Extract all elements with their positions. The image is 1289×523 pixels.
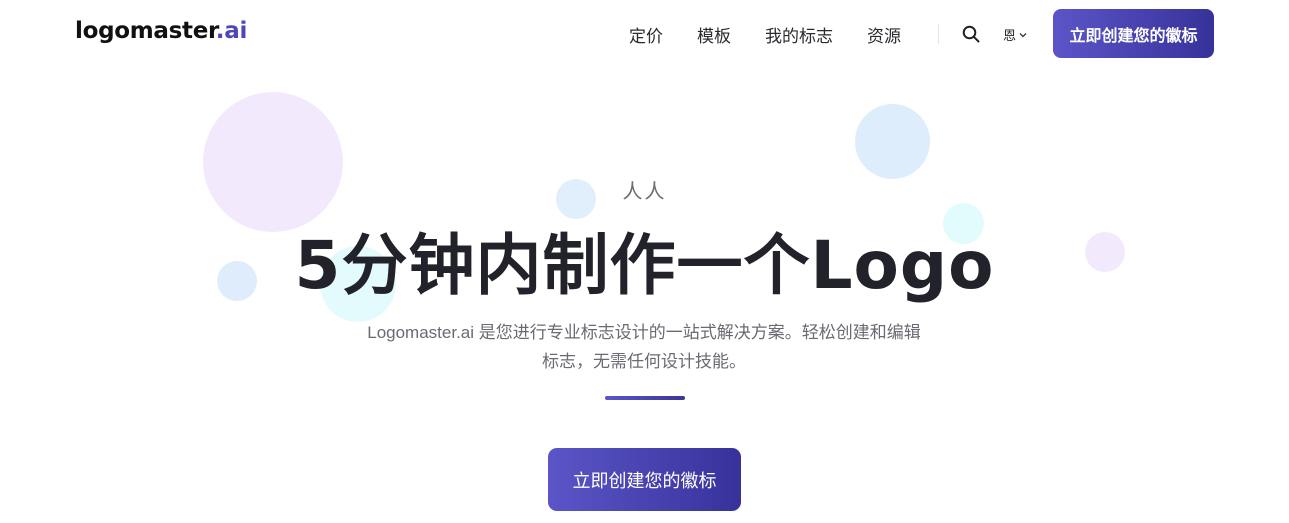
language-selector[interactable]: 恩 (1003, 25, 1027, 44)
main-nav: 定价 模板 我的标志 资源 (612, 0, 918, 68)
decor-bubble-blue-large (855, 104, 930, 179)
header-create-logo-button[interactable]: 立即创建您的徽标 (1053, 9, 1214, 58)
language-label: 恩 (1003, 29, 1017, 44)
site-header: logomaster.ai 定价 模板 我的标志 资源 恩 立即创建您的徽标 (0, 0, 1289, 68)
hero-eyebrow: 人人 (622, 179, 667, 203)
nav-divider (938, 24, 939, 44)
nav-link-pricing[interactable]: 定价 (629, 22, 663, 47)
brand-logo[interactable]: logomaster.ai (75, 18, 247, 44)
accent-divider (605, 396, 685, 400)
hero-create-logo-button[interactable]: 立即创建您的徽标 (548, 448, 741, 511)
brand-name: logomaster (75, 18, 216, 44)
nav-link-my-logos[interactable]: 我的标志 (765, 22, 833, 47)
nav-link-templates[interactable]: 模板 (697, 22, 731, 47)
search-icon[interactable] (962, 25, 980, 43)
decor-bubble-large-lavender (203, 92, 343, 232)
chevron-down-icon (1019, 32, 1027, 37)
hero-title: 5分钟内制作一个Logo (294, 227, 995, 304)
hero-subtitle: Logomaster.ai 是您进行专业标志设计的一站式解决方案。轻松创建和编辑… (367, 323, 921, 371)
brand-suffix: .ai (215, 18, 248, 44)
nav-link-resources[interactable]: 资源 (867, 22, 901, 47)
